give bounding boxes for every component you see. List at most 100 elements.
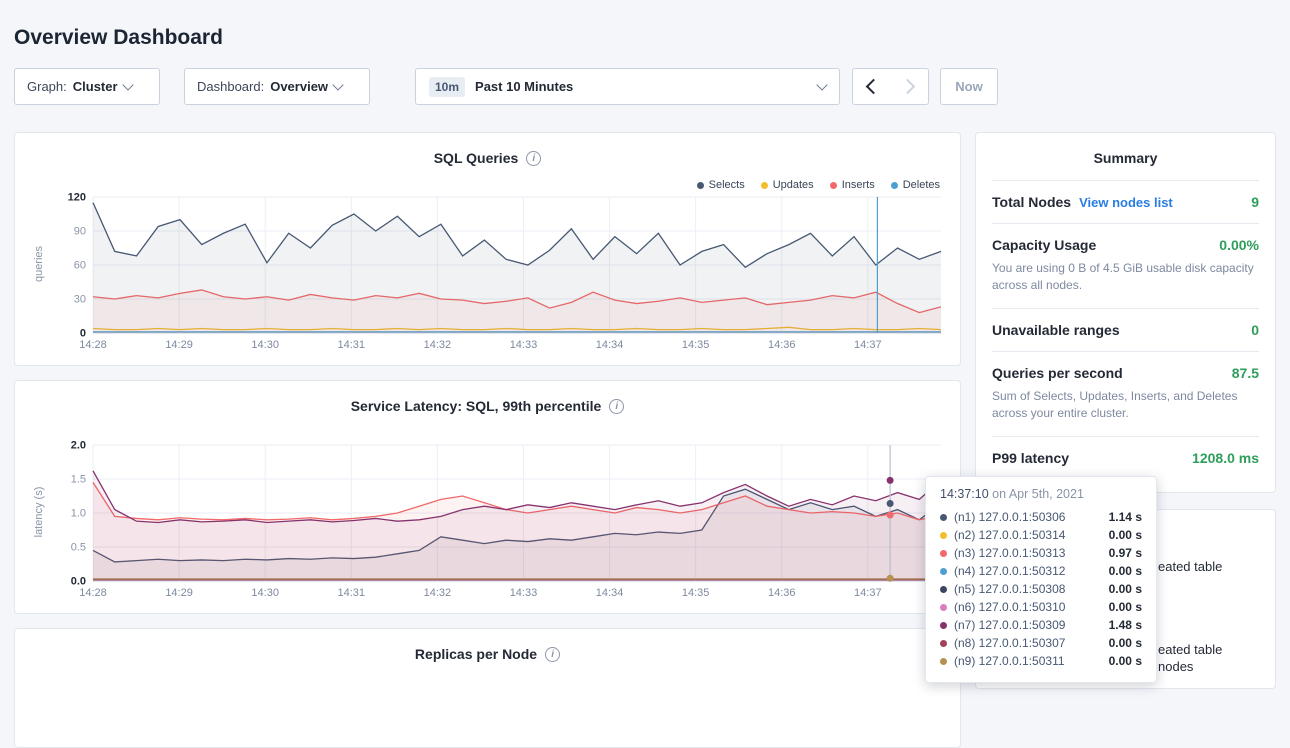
svg-text:30: 30	[74, 294, 86, 306]
service-latency-panel: Service Latency: SQL, 99th percentile la…	[14, 380, 961, 614]
legend-label: Deletes	[903, 179, 940, 191]
series-dot-icon	[940, 514, 947, 521]
svg-text:1.0: 1.0	[71, 508, 86, 520]
svg-text:14:32: 14:32	[424, 339, 452, 351]
graph-dropdown-label: Graph:	[27, 79, 67, 94]
sql-queries-chart[interactable]: 030609012014:2814:2914:3014:3114:3214:33…	[51, 191, 951, 355]
series-dot-icon	[940, 640, 947, 647]
legend-item[interactable]: Updates	[761, 179, 814, 191]
tooltip-node-address: (n7) 127.0.0.1:50309	[954, 618, 1065, 632]
view-nodes-list-link[interactable]: View nodes list	[1079, 195, 1173, 210]
svg-text:0.5: 0.5	[71, 542, 86, 554]
legend-item[interactable]: Deletes	[891, 179, 940, 191]
chart-hover-tooltip: 14:37:10 on Apr 5th, 2021 (n1) 127.0.0.1…	[925, 476, 1157, 683]
tooltip-row: (n4) 127.0.0.1:50312 0.00 s	[940, 562, 1142, 580]
svg-text:14:33: 14:33	[510, 587, 538, 599]
y-axis-label: latency (s)	[33, 452, 45, 572]
graph-dropdown[interactable]: Graph: Cluster	[14, 68, 160, 105]
svg-text:14:36: 14:36	[768, 587, 796, 599]
qps-value: 87.5	[1232, 365, 1259, 381]
summary-panel: Summary Total Nodes View nodes list 9 Ca…	[975, 132, 1276, 493]
tooltip-node-value: 0.97 s	[1109, 546, 1142, 560]
svg-text:14:37: 14:37	[854, 339, 882, 351]
chevron-down-icon	[816, 79, 827, 90]
tooltip-node-address: (n4) 127.0.0.1:50312	[954, 564, 1065, 578]
total-nodes-value: 9	[1251, 194, 1259, 210]
y-axis-label: queries	[33, 204, 45, 324]
now-button[interactable]: Now	[940, 68, 998, 105]
dashboard-dropdown[interactable]: Dashboard: Overview	[184, 68, 370, 105]
info-icon[interactable]	[526, 151, 541, 166]
svg-text:14:34: 14:34	[596, 587, 624, 599]
series-dot-icon	[940, 604, 947, 611]
svg-text:14:37: 14:37	[854, 587, 882, 599]
info-icon[interactable]	[545, 647, 560, 662]
tooltip-row: (n6) 127.0.0.1:503100.00 s	[940, 598, 1142, 616]
legend-dot-icon	[697, 182, 704, 189]
summary-capacity-row: Capacity Usage 0.00% You are using 0 B o…	[992, 224, 1259, 309]
qps-label: Queries per second	[992, 365, 1123, 381]
p99-latency-label: P99 latency	[992, 450, 1069, 466]
series-dot-icon	[940, 532, 947, 539]
tooltip-row: (n2) 127.0.0.1:503140.00 s	[940, 526, 1142, 544]
series-dot-icon	[940, 568, 947, 575]
summary-qps-row: Queries per second 87.5 Sum of Selects, …	[992, 352, 1259, 437]
svg-text:0.0: 0.0	[71, 576, 86, 588]
total-nodes-label: Total Nodes	[992, 194, 1071, 210]
svg-text:14:30: 14:30	[251, 587, 279, 599]
tooltip-row: (n5) 127.0.0.1:503080.00 s	[940, 580, 1142, 598]
event-item-text[interactable]: eated table	[1158, 559, 1222, 574]
tooltip-node-value: 1.14 s	[1109, 510, 1142, 524]
tooltip-row: (n8) 127.0.0.1:50307 0.00 s	[940, 634, 1142, 652]
svg-text:14:28: 14:28	[79, 339, 107, 351]
legend-item[interactable]: Inserts	[830, 179, 875, 191]
legend-label: Selects	[709, 179, 745, 191]
sql-queries-legend: Selects Updates Inserts Deletes	[697, 179, 940, 191]
tooltip-node-address: (n1) 127.0.0.1:50306	[954, 510, 1065, 524]
legend-item[interactable]: Selects	[697, 179, 745, 191]
svg-text:90: 90	[74, 226, 86, 238]
tooltip-node-address: (n8) 127.0.0.1:50307	[954, 636, 1065, 650]
service-latency-title: Service Latency: SQL, 99th percentile	[351, 398, 602, 414]
series-dot-icon	[940, 586, 947, 593]
svg-text:120: 120	[68, 192, 86, 204]
time-range-value: Past 10 Minutes	[475, 79, 573, 94]
sql-queries-panel: SQL Queries SelectsUpdatesInsertsDeletes…	[14, 132, 961, 366]
unavailable-ranges-label: Unavailable ranges	[992, 322, 1120, 338]
legend-dot-icon	[891, 182, 898, 189]
legend-label: Inserts	[842, 179, 875, 191]
time-next-button[interactable]	[890, 68, 929, 105]
tooltip-row: (n7) 127.0.0.1:50309 1.48 s	[940, 616, 1142, 634]
svg-text:14:30: 14:30	[251, 339, 279, 351]
event-item-text[interactable]: nodes	[1158, 659, 1193, 674]
legend-dot-icon	[830, 182, 837, 189]
tooltip-node-address: (n5) 127.0.0.1:50308	[954, 582, 1065, 596]
tooltip-node-value: 0.00 s	[1109, 564, 1142, 578]
capacity-usage-label: Capacity Usage	[992, 237, 1096, 253]
service-latency-chart[interactable]: 0.00.51.01.52.014:2814:2914:3014:3114:32…	[51, 439, 951, 603]
chevron-right-icon	[899, 79, 915, 95]
tooltip-node-value: 1.48 s	[1109, 618, 1142, 632]
chevron-down-icon	[122, 79, 133, 90]
series-dot-icon	[940, 550, 947, 557]
tooltip-node-address: (n9) 127.0.0.1:50311	[954, 654, 1065, 668]
now-button-label: Now	[955, 79, 982, 94]
info-icon[interactable]	[609, 399, 624, 414]
tooltip-node-value: 0.00 s	[1109, 636, 1142, 650]
tooltip-node-address: (n3) 127.0.0.1:50313	[954, 546, 1065, 560]
time-prev-button[interactable]	[852, 68, 891, 105]
svg-text:14:33: 14:33	[510, 339, 538, 351]
event-item-text[interactable]: eated table	[1158, 642, 1222, 657]
tooltip-date: on Apr 5th, 2021	[992, 487, 1084, 501]
replicas-per-node-panel: Replicas per Node	[14, 628, 961, 748]
svg-text:14:28: 14:28	[79, 587, 107, 599]
legend-dot-icon	[761, 182, 768, 189]
svg-text:14:29: 14:29	[165, 339, 193, 351]
summary-unavailable-ranges-row: Unavailable ranges 0	[992, 309, 1259, 352]
legend-label: Updates	[773, 179, 814, 191]
svg-text:14:34: 14:34	[596, 339, 624, 351]
svg-text:14:35: 14:35	[682, 587, 710, 599]
summary-p99-row: P99 latency 1208.0 ms	[992, 437, 1259, 479]
time-range-dropdown[interactable]: 10m Past 10 Minutes	[415, 68, 840, 105]
tooltip-row: (n1) 127.0.0.1:50306 1.14 s	[940, 508, 1142, 526]
